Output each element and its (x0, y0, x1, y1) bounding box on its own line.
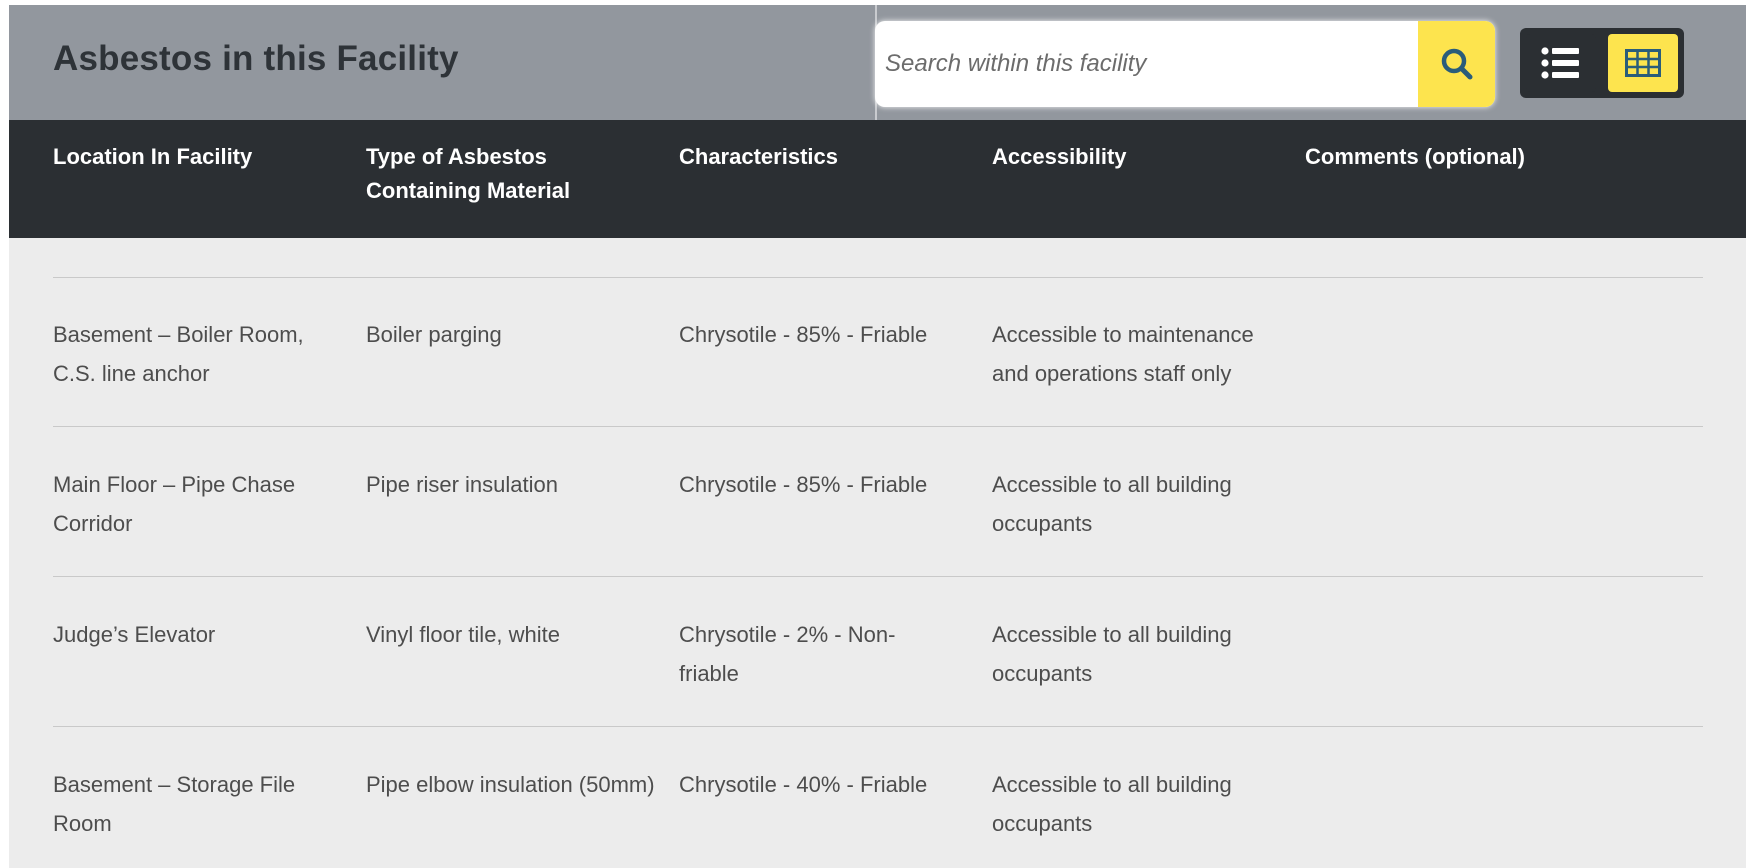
search-button[interactable] (1418, 21, 1495, 107)
cell-material-type: Pipe elbow insulation (50mm) (366, 772, 655, 797)
table-header: Location In Facility Type of Asbestos Co… (9, 120, 1746, 238)
list-view-button[interactable] (1526, 34, 1596, 92)
column-header-characteristics[interactable]: Characteristics (679, 140, 959, 174)
list-icon (1541, 47, 1579, 79)
row-divider (53, 426, 1703, 427)
cell-accessibility: Accessible to all building occupants (992, 622, 1232, 686)
row-divider (53, 277, 1703, 278)
cell-accessibility: Accessible to all building occupants (992, 472, 1232, 536)
cell-characteristics: Chrysotile - 40% - Friable (679, 772, 928, 797)
facility-header: Asbestos in this Facility (9, 5, 1746, 120)
row-divider (53, 726, 1703, 727)
search-input[interactable] (875, 21, 1407, 107)
column-header-location[interactable]: Location In Facility (53, 140, 333, 174)
search-box (875, 21, 1495, 107)
cell-characteristics: Chrysotile - 2% - Non-friable (679, 622, 896, 686)
cell-location: Basement – Storage File Room (53, 772, 296, 836)
cell-location: Judge’s Elevator (53, 622, 216, 647)
cell-accessibility: Accessible to maintenance and operations… (992, 322, 1254, 386)
column-header-material-type[interactable]: Type of Asbestos Containing Material (366, 140, 666, 208)
view-toggle (1520, 28, 1684, 98)
search-icon (1441, 48, 1472, 80)
page-title: Asbestos in this Facility (53, 39, 459, 78)
cell-characteristics: Chrysotile - 85% - Friable (679, 322, 928, 347)
cell-characteristics: Chrysotile - 85% - Friable (679, 472, 928, 497)
cell-accessibility: Accessible to all building occupants (992, 772, 1232, 836)
asbestos-panel: Asbestos in this Facility Search within … (9, 5, 1746, 868)
cell-location: Main Floor – Pipe Chase Corridor (53, 472, 296, 536)
table-icon (1625, 49, 1661, 77)
cell-material-type: Vinyl floor tile, white (366, 622, 561, 647)
table-view-button[interactable] (1608, 34, 1678, 92)
cell-location: Basement – Boiler Room, C.S. line anchor (53, 322, 304, 386)
column-header-accessibility[interactable]: Accessibility (992, 140, 1272, 174)
cell-material-type: Pipe riser insulation (366, 472, 558, 497)
cell-material-type: Boiler parging (366, 322, 502, 347)
column-header-comments[interactable]: Comments (optional) (1305, 140, 1605, 174)
row-divider (53, 576, 1703, 577)
